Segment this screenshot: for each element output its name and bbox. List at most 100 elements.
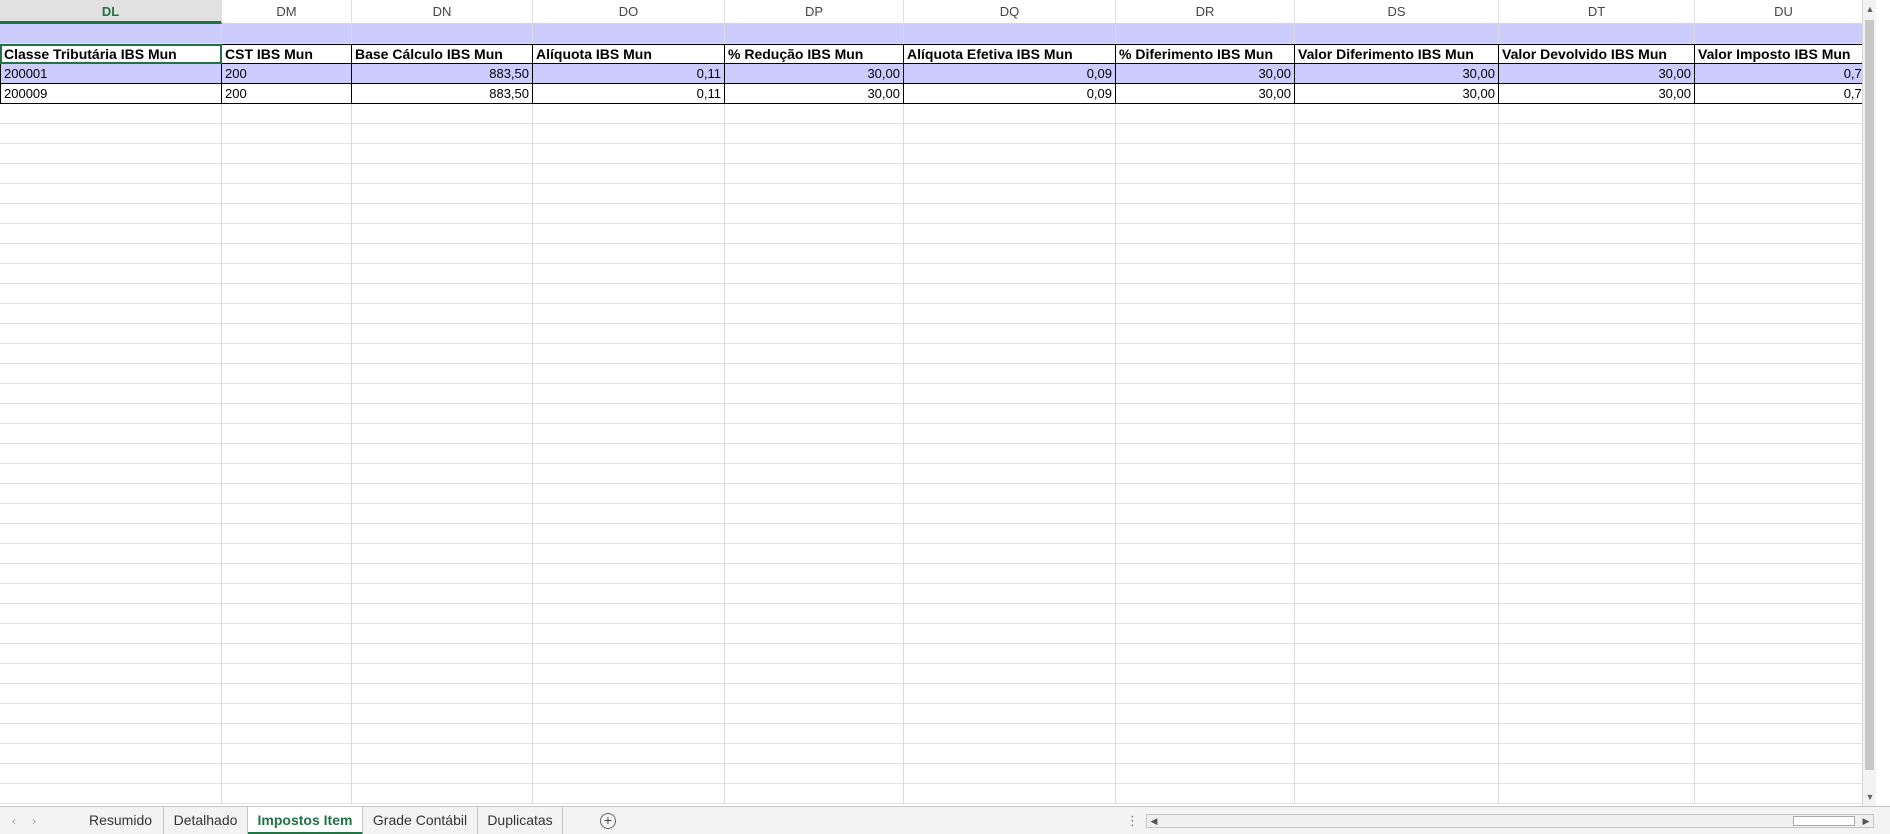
empty-cell[interactable] xyxy=(352,324,533,344)
empty-cell[interactable] xyxy=(904,264,1116,284)
empty-cell[interactable] xyxy=(533,184,725,204)
column-header-dn[interactable]: DN xyxy=(352,0,533,24)
empty-cell[interactable] xyxy=(1295,304,1499,324)
empty-cell[interactable] xyxy=(222,664,352,684)
empty-cell[interactable] xyxy=(1295,104,1499,124)
empty-cell[interactable] xyxy=(533,544,725,564)
empty-cell[interactable] xyxy=(1499,564,1695,584)
empty-cell[interactable] xyxy=(725,744,904,764)
data-cell[interactable]: 0,11 xyxy=(533,84,725,104)
empty-cell[interactable] xyxy=(1295,744,1499,764)
empty-cell[interactable] xyxy=(1116,404,1295,424)
empty-cell[interactable] xyxy=(904,144,1116,164)
empty-cell[interactable] xyxy=(0,484,222,504)
vertical-scrollbar[interactable]: ▲ ▼ xyxy=(1862,0,1876,806)
header-cell[interactable]: Classe Tributária IBS Mun xyxy=(0,44,222,64)
empty-cell[interactable] xyxy=(1695,624,1873,644)
empty-cell[interactable] xyxy=(1695,744,1873,764)
empty-cell[interactable] xyxy=(904,744,1116,764)
empty-cell[interactable] xyxy=(352,304,533,324)
empty-cell[interactable] xyxy=(533,304,725,324)
tab-nav-next-icon[interactable]: › xyxy=(24,807,44,834)
empty-cell[interactable] xyxy=(904,344,1116,364)
empty-cell[interactable] xyxy=(352,744,533,764)
empty-cell[interactable] xyxy=(1116,444,1295,464)
empty-cell[interactable] xyxy=(0,364,222,384)
empty-cell[interactable] xyxy=(1295,564,1499,584)
header-cell[interactable]: Alíquota IBS Mun xyxy=(533,44,725,64)
empty-cell[interactable] xyxy=(904,384,1116,404)
empty-cell[interactable] xyxy=(222,584,352,604)
data-cell[interactable]: 30,00 xyxy=(725,84,904,104)
empty-cell[interactable] xyxy=(904,364,1116,384)
empty-cell[interactable] xyxy=(222,344,352,364)
empty-cell[interactable] xyxy=(352,644,533,664)
empty-cell[interactable] xyxy=(222,244,352,264)
empty-cell[interactable] xyxy=(533,244,725,264)
empty-cell[interactable] xyxy=(533,704,725,724)
empty-cell[interactable] xyxy=(533,764,725,784)
empty-cell[interactable] xyxy=(1695,304,1873,324)
empty-cell[interactable] xyxy=(0,104,222,124)
empty-cell[interactable] xyxy=(1499,704,1695,724)
empty-cell[interactable] xyxy=(352,384,533,404)
data-cell[interactable]: 200 xyxy=(222,84,352,104)
empty-cell[interactable] xyxy=(904,764,1116,784)
empty-cell[interactable] xyxy=(1499,184,1695,204)
data-cell[interactable]: 30,00 xyxy=(1295,64,1499,84)
empty-cell[interactable] xyxy=(904,324,1116,344)
scroll-up-icon[interactable]: ▲ xyxy=(1863,2,1876,16)
empty-cell[interactable] xyxy=(1116,364,1295,384)
header-cell[interactable]: Valor Devolvido IBS Mun xyxy=(1499,44,1695,64)
empty-cell[interactable] xyxy=(725,124,904,144)
empty-cell[interactable] xyxy=(0,384,222,404)
empty-cell[interactable] xyxy=(725,384,904,404)
empty-cell[interactable] xyxy=(352,424,533,444)
empty-cell[interactable] xyxy=(0,24,222,44)
empty-cell[interactable] xyxy=(533,124,725,144)
empty-cell[interactable] xyxy=(904,644,1116,664)
empty-cell[interactable] xyxy=(725,104,904,124)
empty-cell[interactable] xyxy=(533,524,725,544)
data-cell[interactable]: 30,00 xyxy=(725,64,904,84)
empty-cell[interactable] xyxy=(1295,704,1499,724)
empty-cell[interactable] xyxy=(725,504,904,524)
empty-cell[interactable] xyxy=(904,404,1116,424)
empty-cell[interactable] xyxy=(0,444,222,464)
empty-cell[interactable] xyxy=(1116,344,1295,364)
empty-cell[interactable] xyxy=(1499,384,1695,404)
empty-cell[interactable] xyxy=(1695,284,1873,304)
empty-cell[interactable] xyxy=(533,104,725,124)
empty-cell[interactable] xyxy=(352,144,533,164)
empty-cell[interactable] xyxy=(904,424,1116,444)
empty-cell[interactable] xyxy=(222,744,352,764)
empty-cell[interactable] xyxy=(222,524,352,544)
empty-cell[interactable] xyxy=(352,364,533,384)
empty-cell[interactable] xyxy=(1499,324,1695,344)
empty-cell[interactable] xyxy=(1295,504,1499,524)
empty-cell[interactable] xyxy=(1695,464,1873,484)
scroll-down-icon[interactable]: ▼ xyxy=(1863,790,1876,804)
empty-cell[interactable] xyxy=(1695,584,1873,604)
empty-cell[interactable] xyxy=(222,224,352,244)
empty-cell[interactable] xyxy=(0,204,222,224)
empty-cell[interactable] xyxy=(1695,684,1873,704)
empty-cell[interactable] xyxy=(1116,624,1295,644)
empty-cell[interactable] xyxy=(1116,664,1295,684)
empty-cell[interactable] xyxy=(0,504,222,524)
sheet-tab-detalhado[interactable]: Detalhado xyxy=(164,807,248,834)
empty-cell[interactable] xyxy=(1695,564,1873,584)
scroll-left-icon[interactable]: ◀ xyxy=(1147,815,1161,827)
empty-cell[interactable] xyxy=(352,624,533,644)
empty-cell[interactable] xyxy=(1695,724,1873,744)
empty-cell[interactable] xyxy=(1499,764,1695,784)
empty-cell[interactable] xyxy=(222,704,352,724)
empty-cell[interactable] xyxy=(0,464,222,484)
empty-cell[interactable] xyxy=(1695,164,1873,184)
empty-cell[interactable] xyxy=(0,744,222,764)
empty-cell[interactable] xyxy=(725,684,904,704)
empty-cell[interactable] xyxy=(725,24,904,44)
empty-cell[interactable] xyxy=(725,704,904,724)
empty-cell[interactable] xyxy=(352,524,533,544)
empty-cell[interactable] xyxy=(904,504,1116,524)
